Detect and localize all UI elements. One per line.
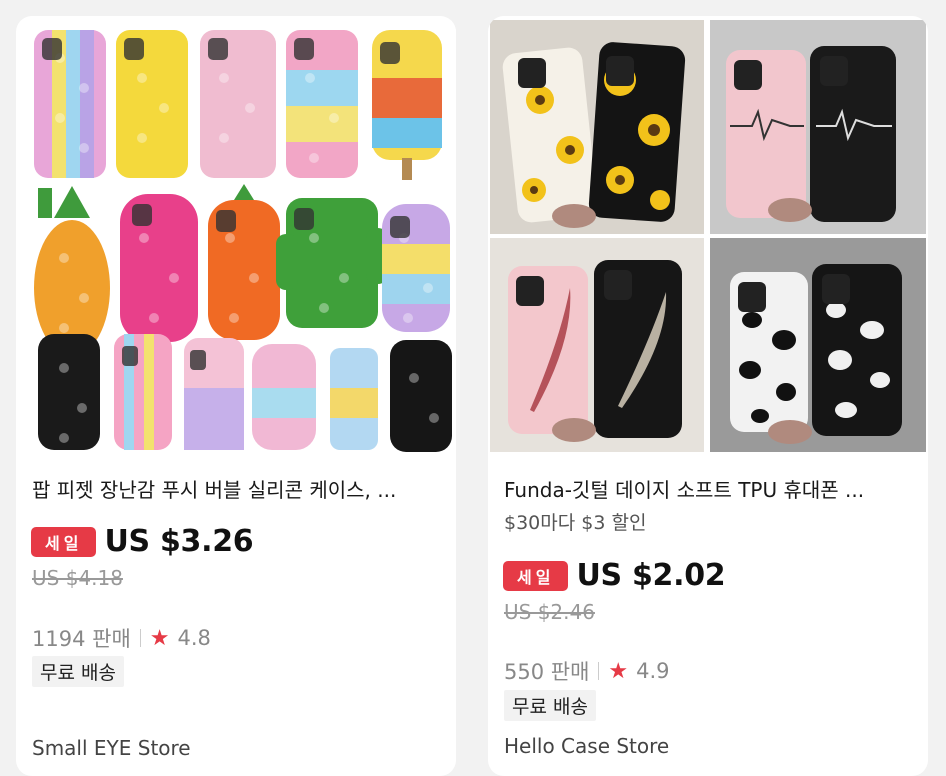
rating-value: 4.8 <box>177 626 211 650</box>
sold-count: 550 판매 <box>504 660 590 684</box>
product-image[interactable] <box>24 18 456 454</box>
original-price: US $2.46 <box>504 600 595 624</box>
current-price: US $2.02 <box>576 558 726 593</box>
printed-phone-cases-image <box>490 20 926 452</box>
sale-badge: 세일 <box>503 560 569 591</box>
divider <box>139 629 141 647</box>
free-shipping-tag: 무료 배송 <box>504 690 596 721</box>
sold-count: 1194 판매 <box>32 627 131 651</box>
product-title[interactable]: Funda-깃털 데이지 소프트 TPU 휴대폰 ... <box>504 474 914 503</box>
fidget-phone-cases-image <box>24 18 456 454</box>
divider <box>598 662 600 680</box>
product-card[interactable]: Funda-깃털 데이지 소프트 TPU 휴대폰 ... $30마다 $3 할인… <box>488 16 928 776</box>
rating-value: 4.9 <box>636 659 670 683</box>
store-name[interactable]: Hello Case Store <box>504 734 669 758</box>
store-name[interactable]: Small EYE Store <box>32 736 191 760</box>
original-price: US $4.18 <box>32 566 123 590</box>
free-shipping-tag: 무료 배송 <box>32 656 124 687</box>
sale-badge: 세일 <box>31 526 97 557</box>
product-card[interactable]: 팝 피젯 장난감 푸시 버블 실리콘 케이스, ... 세일 US $3.26 … <box>16 16 456 776</box>
product-title[interactable]: 팝 피젯 장난감 푸시 버블 실리콘 케이스, ... <box>32 474 442 503</box>
sales-rating-row: 550 판매 ★ 4.9 <box>504 656 670 686</box>
sales-rating-row: 1194 판매 ★ 4.8 <box>32 623 211 653</box>
price-row: 세일 US $3.26 <box>31 524 254 559</box>
star-icon: ★ <box>149 625 170 651</box>
product-image[interactable] <box>490 20 926 456</box>
promo-text: $30마다 $3 할인 <box>504 512 647 534</box>
star-icon: ★ <box>608 658 629 684</box>
current-price: US $3.26 <box>104 524 254 559</box>
price-row: 세일 US $2.02 <box>503 558 726 593</box>
